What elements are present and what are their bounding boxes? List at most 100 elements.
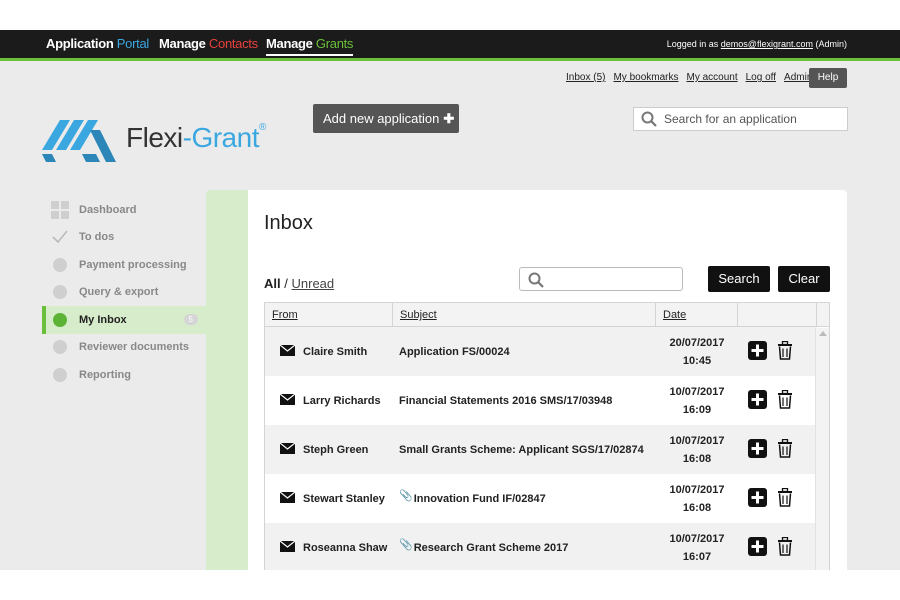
sidebar-item-todos[interactable]: To dos — [42, 224, 206, 252]
sidebar-item-label: Reporting — [79, 368, 131, 381]
column-header-date[interactable]: Date — [656, 303, 738, 326]
message-sender: Claire Smith — [303, 345, 368, 358]
message-time: 16:08 — [682, 501, 712, 514]
nav-label-accent: Grants — [315, 36, 354, 51]
sidebar-item-dashboard[interactable]: Dashboard — [42, 196, 206, 224]
add-icon[interactable] — [748, 487, 767, 510]
sidebar-item-label: Payment processing — [79, 258, 187, 271]
message-time: 16:08 — [682, 452, 712, 465]
table-row[interactable]: Claire Smith Application FS/00024 20/07/… — [265, 327, 817, 376]
trash-icon[interactable] — [777, 389, 793, 412]
flexi-grant-logo[interactable]: Flexi-Grant® — [42, 110, 266, 166]
nav-application-portal[interactable]: Application Portal — [46, 36, 149, 51]
table-row[interactable]: Roseanna Shaw 📎 Research Grant Scheme 201… — [265, 523, 817, 570]
logo-word-grant: -Grant — [182, 122, 260, 153]
link-account[interactable]: My account — [686, 72, 737, 83]
envelope-icon — [279, 491, 296, 506]
nav-manage-grants[interactable]: Manage Grants — [266, 36, 353, 56]
active-section-indicator — [206, 190, 248, 570]
inbox-filter: All / Unread — [264, 276, 334, 291]
nav-label: Application — [46, 36, 114, 51]
paperclip-icon: 📎 — [399, 490, 413, 502]
message-subject: Financial Statements 2016 SMS/17/03948 — [399, 394, 613, 407]
link-bookmarks[interactable]: My bookmarks — [613, 72, 678, 83]
add-icon[interactable] — [748, 340, 767, 363]
logged-in-info: Logged in as demos@flexigrant.com (Admin… — [667, 39, 847, 49]
nav-manage-contacts[interactable]: Manage Contacts — [159, 36, 258, 51]
column-header-from[interactable]: From — [265, 303, 393, 326]
message-sender: Larry Richards — [303, 394, 381, 407]
column-header-spacer — [817, 303, 829, 326]
application-search-box[interactable] — [633, 107, 848, 131]
filter-separator: / — [284, 276, 288, 291]
table-row[interactable]: Stewart Stanley 📎 Innovation Fund IF/0284… — [265, 474, 817, 523]
help-button[interactable]: Help — [809, 68, 847, 88]
utility-links: Inbox (5) My bookmarks My account Log of… — [566, 72, 812, 83]
link-log-off[interactable]: Log off — [746, 72, 776, 83]
table-row[interactable]: Larry Richards Financial Statements 2016… — [265, 376, 817, 425]
inbox-search-input[interactable] — [550, 270, 678, 288]
check-icon — [51, 228, 69, 246]
dashboard-icon — [51, 200, 69, 219]
sidebar-item-payment-processing[interactable]: Payment processing — [42, 251, 206, 279]
logo-mark-icon — [42, 120, 116, 162]
message-subject: Small Grants Scheme: Applicant SGS/17/02… — [399, 443, 644, 456]
message-time: 16:09 — [682, 403, 712, 416]
inbox-panel: Inbox All / Unread Search Clear From Sub… — [248, 190, 847, 570]
sidebar-item-label: Reviewer documents — [79, 341, 190, 354]
trash-icon[interactable] — [777, 487, 793, 510]
add-new-application-label: Add new application — [323, 111, 440, 126]
application-search-input[interactable] — [664, 112, 839, 126]
message-date: 10/07/2017 — [669, 434, 725, 447]
link-inbox[interactable]: Inbox (5) — [566, 72, 605, 83]
message-sender: Steph Green — [303, 443, 369, 456]
column-header-actions — [738, 303, 817, 326]
table-scrollbar[interactable] — [815, 328, 829, 570]
message-date: 20/07/2017 — [669, 336, 725, 349]
inbox-count-badge: 5 — [183, 314, 198, 325]
envelope-icon — [279, 540, 296, 555]
logo-word-flexi: Flexi — [126, 122, 183, 153]
paperclip-icon: 📎 — [399, 539, 413, 551]
trash-icon[interactable] — [777, 438, 793, 461]
sidebar-item-reviewer-documents[interactable]: Reviewer documents — [42, 334, 206, 362]
page-title: Inbox — [264, 212, 313, 234]
message-date: 10/07/2017 — [669, 483, 725, 496]
sidebar-item-query-export[interactable]: Query & export — [42, 279, 206, 307]
envelope-icon — [279, 393, 296, 408]
message-subject: Application FS/00024 — [399, 345, 510, 358]
circle-icon — [51, 338, 69, 356]
table-body: Claire Smith Application FS/00024 20/07/… — [265, 327, 829, 570]
column-header-subject[interactable]: Subject — [393, 303, 656, 326]
message-time: 10:45 — [682, 354, 712, 367]
circle-icon — [51, 256, 69, 274]
table-row[interactable]: Steph Green Small Grants Scheme: Applica… — [265, 425, 817, 474]
filter-all[interactable]: All — [264, 276, 281, 291]
app-window: Application Portal Manage Contacts Manag… — [0, 30, 900, 570]
circle-icon — [51, 283, 69, 301]
filter-unread[interactable]: Unread — [292, 276, 335, 291]
table-header: From Subject Date — [265, 303, 829, 327]
circle-icon — [51, 311, 69, 329]
sidebar-item-my-inbox[interactable]: My Inbox 5 — [42, 306, 206, 334]
logged-in-email-link[interactable]: demos@flexigrant.com — [721, 39, 813, 49]
sidebar-item-label: My Inbox — [79, 313, 127, 326]
sidebar-item-reporting[interactable]: Reporting — [42, 361, 206, 389]
add-icon[interactable] — [748, 438, 767, 461]
trash-icon[interactable] — [777, 536, 793, 559]
nav-accent-line — [0, 58, 900, 61]
message-date: 10/07/2017 — [669, 385, 725, 398]
sidebar: Dashboard To dos Payment processing Quer… — [42, 196, 206, 389]
scroll-up-arrow-icon[interactable] — [819, 331, 827, 336]
add-icon[interactable] — [748, 389, 767, 412]
add-new-application-button[interactable]: Add new application ✚ — [313, 104, 459, 133]
inbox-search-box[interactable] — [519, 267, 683, 291]
clear-button[interactable]: Clear — [778, 266, 830, 292]
logo-wordmark: Flexi-Grant® — [126, 122, 266, 154]
trash-icon[interactable] — [777, 340, 793, 363]
search-button[interactable]: Search — [708, 266, 770, 292]
nav-label: Manage — [159, 36, 206, 51]
add-icon[interactable] — [748, 536, 767, 559]
sidebar-item-label: Query & export — [79, 286, 159, 299]
sidebar-item-label: Dashboard — [79, 203, 137, 216]
